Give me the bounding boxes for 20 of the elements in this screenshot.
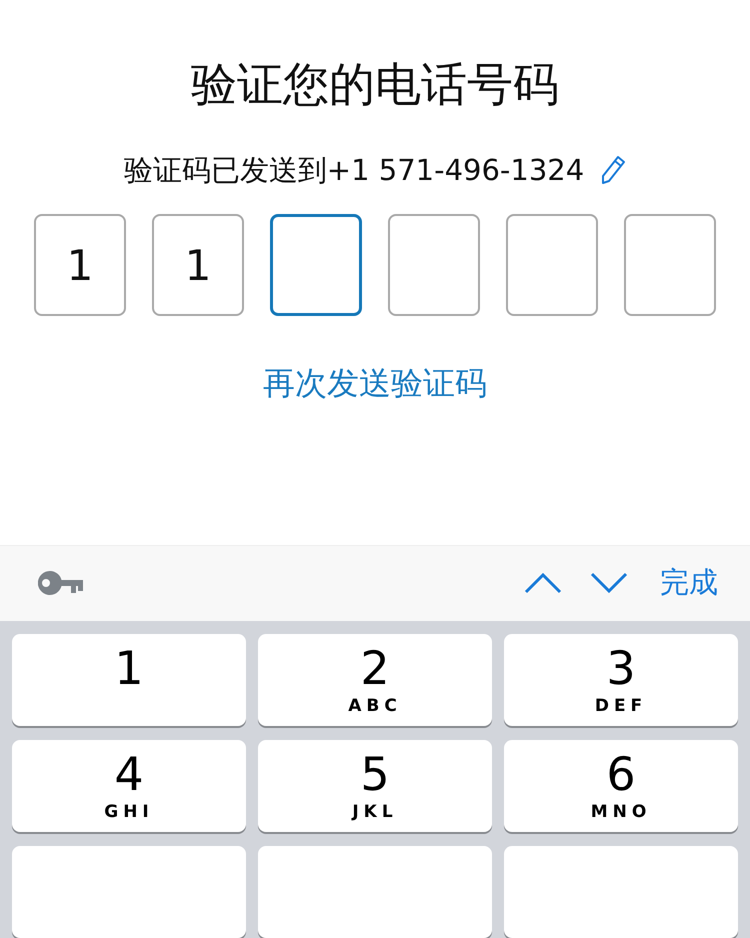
keypad-key[interactable]: 4 GHI (12, 740, 246, 832)
pencil-icon[interactable] (600, 155, 626, 185)
code-digit-field[interactable]: 1 (34, 214, 126, 316)
resend-code-link[interactable]: 再次发送验证码 (263, 362, 487, 406)
page-title: 验证您的电话号码 (191, 56, 559, 113)
keypad-key[interactable]: 5 JKL (258, 740, 492, 832)
code-digit-field[interactable] (270, 214, 362, 316)
code-digit-field[interactable]: 1 (152, 214, 244, 316)
sent-to-text: 验证码已发送到+1 571-496-1324 (124, 152, 584, 189)
code-digit-field[interactable] (388, 214, 480, 316)
next-field-button[interactable] (590, 572, 628, 594)
code-digit-field[interactable] (624, 214, 716, 316)
previous-field-button[interactable] (524, 572, 562, 594)
key-icon[interactable] (38, 570, 84, 596)
done-button[interactable]: 完成 (660, 563, 718, 604)
keypad-key[interactable]: 2 ABC (258, 634, 492, 726)
keypad-key[interactable]: 1 (12, 634, 246, 726)
keypad-key[interactable]: 6 MNO (504, 740, 738, 832)
keypad-key[interactable]: 3 DEF (504, 634, 738, 726)
code-digit-field[interactable] (506, 214, 598, 316)
